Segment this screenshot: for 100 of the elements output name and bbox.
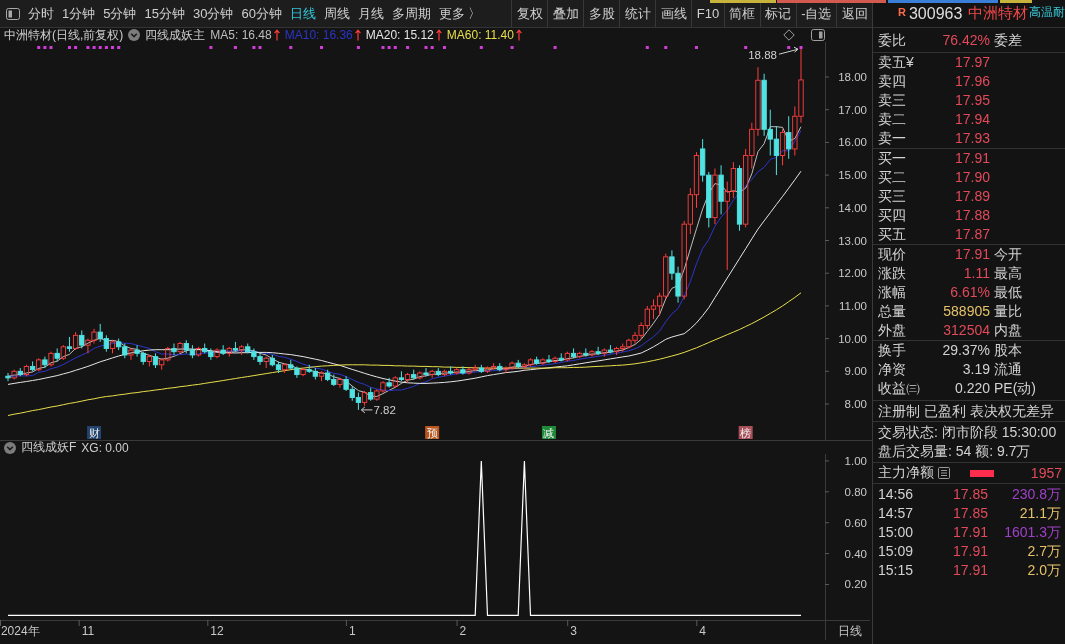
period-tab[interactable]: 分时	[24, 2, 58, 25]
field-label: 外盘	[878, 321, 907, 340]
field-value: 1.11	[962, 264, 990, 283]
field-label: 卖三	[878, 91, 907, 110]
field-value: 17.95	[953, 91, 990, 110]
axis-label: 13.00	[838, 234, 867, 247]
chart-title: 中洲特材(日线,前复权)	[4, 26, 124, 44]
trade-amount: 1601.3万	[1003, 523, 1062, 542]
period-tab[interactable]: 15分钟	[140, 2, 189, 25]
field-label: 净资	[878, 360, 907, 379]
trade-price: 17.91	[951, 523, 988, 542]
field-label: 股本	[993, 341, 1023, 360]
trade-price: 17.85	[951, 504, 988, 523]
stock-code: 300963	[908, 4, 963, 23]
field-value: 17.88	[953, 206, 990, 225]
field-label: 买四	[878, 206, 907, 225]
panel-toggle-icon[interactable]	[811, 29, 825, 41]
flow-bar-icon	[970, 469, 994, 477]
list-icon[interactable]	[938, 467, 950, 479]
trade-time: 15:09	[878, 542, 915, 561]
trade-amount: 230.8万	[1010, 485, 1062, 504]
axis-label: 17.00	[838, 103, 867, 116]
field-label: 总量	[878, 302, 907, 321]
trade-amount: 2.7万	[1026, 542, 1062, 561]
period-tab[interactable]: 更多 〉	[434, 2, 486, 25]
annotation: 18.88	[748, 49, 777, 62]
trade-amount: 2.0万	[1026, 561, 1062, 580]
chevron-down-icon[interactable]	[128, 29, 141, 41]
indicator-reading: XG: 0.00	[81, 440, 129, 455]
period-tab[interactable]: 1分钟	[58, 2, 100, 25]
axis-label: 2024年	[0, 624, 40, 638]
period-tab[interactable]: 月线	[353, 2, 388, 25]
axis-label: 16.00	[838, 136, 867, 149]
field-value: 17.87	[953, 225, 990, 244]
field-value: 17.93	[953, 129, 990, 148]
axis-label: 4	[699, 624, 706, 638]
panel-toggle-icon[interactable]	[6, 7, 20, 20]
field-label: 买三	[878, 187, 907, 206]
axis-label: 0.40	[844, 547, 867, 560]
net-flow-label: 主力净额	[878, 464, 934, 482]
field-label: 最高	[993, 264, 1023, 283]
axis-label: 0.80	[844, 485, 867, 498]
field-label: 最低	[993, 283, 1023, 302]
field-value: 312504	[942, 321, 990, 340]
field-label: 流通	[993, 360, 1023, 379]
period-tab[interactable]: 60分钟	[237, 2, 286, 25]
toolbar-button[interactable]: 叠加	[547, 0, 584, 27]
field-label: 量比	[993, 302, 1023, 321]
indicator-name: 四线成妖F	[21, 439, 77, 456]
toolbar-button[interactable]: 多股	[583, 0, 620, 27]
field-value: 76.42%	[941, 31, 990, 50]
indicator-name: 四线成妖主	[145, 26, 206, 44]
field-value: 17.96	[953, 72, 990, 91]
toolbar-button[interactable]: 统计	[619, 0, 656, 27]
period-tab[interactable]: 周线	[319, 2, 354, 25]
annotation: 7.82	[373, 404, 396, 417]
axis-label: 3	[570, 624, 577, 638]
trade-time: 15:15	[878, 561, 915, 580]
toolbar-button[interactable]: 画线	[655, 0, 692, 27]
field-value: 17.97	[953, 53, 990, 72]
axis-label: 0.20	[844, 578, 867, 591]
period-tab[interactable]: 5分钟	[99, 2, 141, 25]
toolbar-button[interactable]: 复权	[511, 0, 548, 27]
axis-caption: 日线	[838, 624, 862, 638]
price-annotation: 18.88	[748, 46, 799, 62]
trade-time: 15:00	[878, 523, 915, 542]
period-tab[interactable]: 30分钟	[188, 2, 238, 25]
event-tag: 榜	[738, 426, 753, 439]
field-value: 0.220	[953, 379, 990, 398]
field-value: 29.37%	[941, 341, 990, 360]
trade-price: 17.91	[951, 561, 988, 580]
period-tab[interactable]: 多周期	[387, 2, 435, 25]
axis-label: 12.00	[838, 267, 867, 280]
field-label: 卖五¥	[878, 53, 915, 72]
event-tag: 减	[541, 426, 556, 439]
trade-time: 14:57	[878, 504, 915, 523]
axis-label: 9.00	[844, 365, 867, 378]
axis-label: 11.00	[839, 299, 867, 312]
chevron-down-icon[interactable]	[4, 441, 16, 454]
field-label: 卖二	[878, 110, 907, 129]
trade-price: 17.91	[951, 542, 988, 561]
axis-label: 2	[459, 624, 467, 638]
field-label: PE(动)	[993, 379, 1037, 398]
period-tab[interactable]: 日线	[285, 2, 320, 25]
field-label: 委差	[993, 31, 1023, 50]
listing-tags: 注册制 已盈利 表决权无差异	[873, 401, 1065, 421]
stock-tag: 高温耐	[1029, 4, 1065, 21]
axis-label: 14.00	[838, 201, 867, 214]
moving-average-value: MA10: 16.36	[284, 28, 353, 42]
field-label: 买五	[878, 225, 907, 244]
net-flow-value: 1957	[1030, 465, 1063, 481]
field-value: 17.91	[953, 245, 990, 264]
axis-label: 8.00	[844, 398, 867, 411]
field-label: 委比	[878, 31, 907, 50]
axis-label: 10.00	[838, 332, 867, 345]
field-label: 涨幅	[878, 283, 907, 302]
market-label: R	[898, 6, 906, 18]
trade-amount: 21.1万	[1018, 504, 1062, 523]
field-value: 588905	[942, 302, 990, 321]
diamond-icon[interactable]	[783, 29, 795, 41]
